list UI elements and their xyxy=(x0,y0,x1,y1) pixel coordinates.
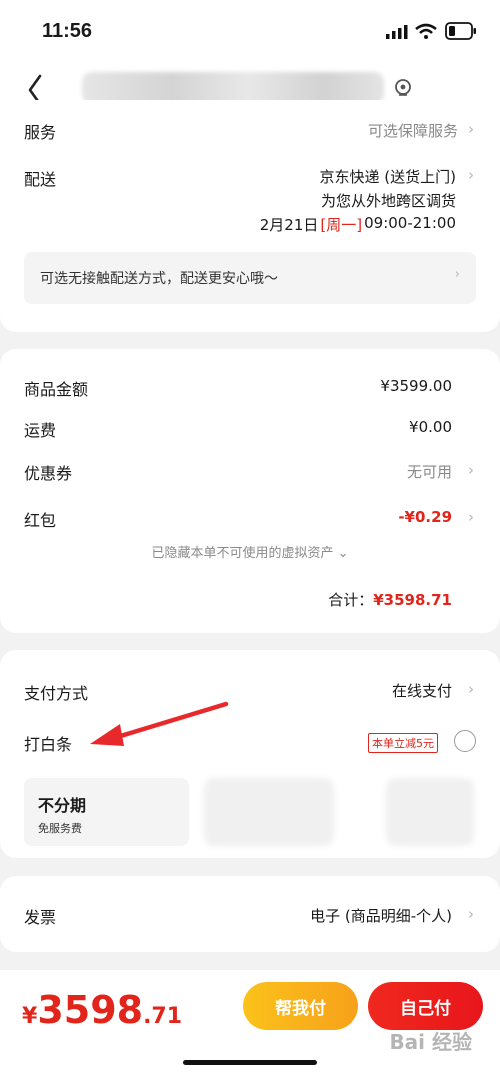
delivery-weekday: [周一] xyxy=(320,216,363,234)
delivery-window: 09:00-21:00 xyxy=(364,214,456,232)
total-value: ¥3598.71 xyxy=(373,591,452,609)
pay-amount: ¥ 3598 .71 xyxy=(22,988,182,1032)
redpacket-label: 红包 xyxy=(24,511,57,530)
total-label: 合计： xyxy=(328,591,374,609)
redpacket-value[interactable]: -¥0.29 xyxy=(398,508,452,526)
notice-text: 可选无接触配送方式，配送更安心哦～ xyxy=(40,271,278,287)
chevron-right-icon: › xyxy=(454,267,460,282)
wifi-icon xyxy=(415,23,437,39)
installment-title: 不分期 xyxy=(38,796,87,815)
chevron-right-icon[interactable]: › xyxy=(468,461,474,479)
delivery-label: 配送 xyxy=(24,170,57,189)
status-bar: 11:56 xyxy=(0,0,500,62)
coupon-label: 优惠券 xyxy=(24,464,73,483)
baitiao-label[interactable]: 打白条 xyxy=(24,731,72,755)
total-row: 合计： ¥3598.71 xyxy=(328,589,452,610)
amount-symbol: ¥ xyxy=(22,1004,38,1029)
hidden-assets-toggle[interactable]: 已隐藏本单不可使用的虚拟资产 ⌄ xyxy=(0,542,500,561)
chevron-right-icon[interactable]: › xyxy=(468,508,474,526)
installment-option-selected[interactable]: 不分期 免服务费 xyxy=(24,778,189,846)
payment-method-value[interactable]: 在线支付 xyxy=(392,680,452,701)
shipping-value: ¥0.00 xyxy=(409,418,452,436)
goods-amount-value: ¥3599.00 xyxy=(380,377,452,395)
bottom-bar: ¥ 3598 .71 帮我付 自己付 Bai 经验 xyxy=(0,970,500,1082)
installment-option-blurred[interactable] xyxy=(204,778,334,846)
chevron-right-icon[interactable]: › xyxy=(468,120,474,138)
delivery-time[interactable]: 2月21日 [周一] 09:00-21:00 xyxy=(260,214,456,235)
invoice-value[interactable]: 电子 (商品明细-个人) xyxy=(310,905,452,926)
chevron-right-icon[interactable]: › xyxy=(468,905,474,923)
goods-amount-label: 商品金额 xyxy=(24,380,89,399)
invoice-card[interactable]: 发票 电子 (商品明细-个人) › xyxy=(0,876,500,952)
annotation-arrow-icon xyxy=(90,701,229,746)
signal-icon xyxy=(386,25,408,39)
installment-sub: 免服务费 xyxy=(38,822,82,835)
shipping-label: 运费 xyxy=(24,421,57,440)
chevron-right-icon[interactable]: › xyxy=(468,680,474,698)
contactless-notice[interactable]: 可选无接触配送方式，配送更安心哦～ › xyxy=(24,252,476,304)
battery-icon xyxy=(445,22,476,40)
home-indicator xyxy=(183,1060,317,1065)
baitiao-radio[interactable] xyxy=(454,730,476,752)
amount-integer: 3598 xyxy=(37,988,144,1032)
location-pin-icon[interactable] xyxy=(393,78,413,98)
delivery-date: 2月21日 xyxy=(259,216,319,234)
self-pay-button[interactable]: 自己付 xyxy=(368,982,483,1030)
promo-badge: 本单立减5元 xyxy=(368,733,438,753)
status-time: 11:56 xyxy=(42,20,93,42)
invoice-label: 发票 xyxy=(24,908,57,927)
payment-method-label: 支付方式 xyxy=(24,684,89,703)
delivery-method[interactable]: 京东快递 (送货上门) xyxy=(320,166,456,187)
help-pay-button[interactable]: 帮我付 xyxy=(243,982,358,1030)
installment-option-blurred[interactable] xyxy=(386,778,474,846)
payment-card: 支付方式 在线支付 › 打白条 本单立减5元 不分期 免服务费 xyxy=(0,650,500,858)
service-value[interactable]: 可选保障服务 xyxy=(368,120,458,141)
chevron-right-icon[interactable]: › xyxy=(468,166,474,184)
amount-decimal: .71 xyxy=(143,1004,183,1029)
watermark-logo: Bai 经验 xyxy=(389,1030,472,1054)
price-card: 商品金额 ¥3599.00 运费 ¥0.00 优惠券 无可用 › 红包 -¥0.… xyxy=(0,349,500,633)
coupon-value[interactable]: 无可用 xyxy=(407,461,452,482)
service-label: 服务 xyxy=(24,123,57,142)
delivery-note: 为您从外地跨区调货 xyxy=(320,192,456,210)
